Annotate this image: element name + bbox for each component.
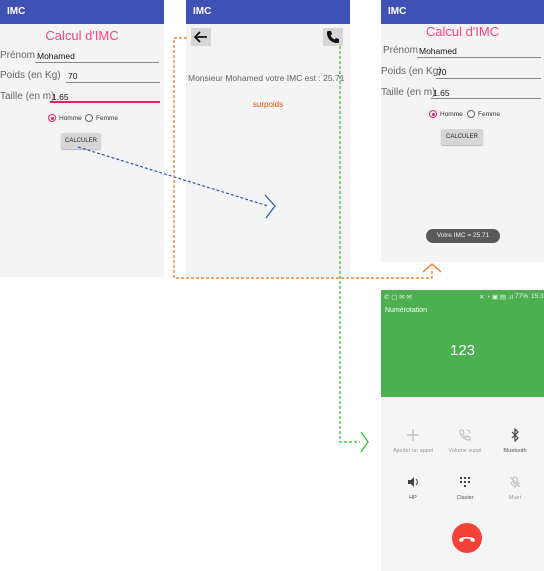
speaker-label: HP (409, 495, 417, 501)
poids-underline (436, 78, 541, 79)
taille-underline (50, 101, 160, 103)
mute-icon (509, 476, 521, 488)
add-call-button[interactable]: Ajouter un appel (389, 428, 437, 454)
status-icons-left: ✆ ▢ ✉ ✉ (384, 294, 412, 301)
radio-femme[interactable] (467, 110, 475, 118)
app-bar: IMC (381, 0, 544, 24)
poids-input[interactable]: 70 (437, 67, 446, 77)
volume-label: Volume suppl (448, 448, 482, 454)
back-button[interactable] (191, 28, 211, 46)
end-call-icon (459, 537, 475, 542)
result-category: surpoids (252, 100, 284, 109)
radio-femme[interactable] (85, 114, 93, 122)
mute-label: Muet (508, 495, 522, 501)
app-title: IMC (193, 6, 212, 17)
prenom-underline (35, 62, 159, 63)
phone-icon (327, 31, 339, 43)
radio-homme-label: Homme (440, 111, 463, 118)
mute-button[interactable]: Muet (491, 475, 539, 501)
keypad-label: Clavier (456, 495, 474, 501)
bluetooth-button[interactable]: Bluetooth (491, 427, 539, 454)
radio-homme[interactable] (429, 110, 437, 118)
app-bar: IMC (186, 0, 350, 24)
form-screen-1: IMC Calcul d'IMC Prénom Mohamed Poids (e… (0, 0, 164, 277)
taille-underline (431, 98, 541, 99)
taille-label: Taille (en m) (381, 87, 436, 98)
poids-label: Poids (en Kg) (0, 70, 61, 81)
prenom-underline (417, 57, 541, 58)
radio-femme-label: Femme (478, 111, 501, 118)
speaker-icon (408, 477, 418, 487)
bluetooth-label: Bluetooth (503, 448, 527, 454)
end-call-button[interactable] (452, 523, 482, 553)
plus-icon (407, 429, 419, 441)
battery-level: 77% (515, 293, 529, 300)
status-time: 15:3 (531, 293, 544, 300)
radio-femme-label: Femme (96, 115, 119, 122)
result-message: Monsieur Mohamed votre IMC est : 25.71 (188, 73, 345, 83)
prenom-label: Prénom (383, 45, 419, 56)
dialer-status-label: Numérotation (385, 307, 428, 314)
prenom-label: Prénom (0, 50, 36, 61)
form-screen-2: IMC Calcul d'IMC Prénom Mohamed Poids (e… (381, 0, 544, 262)
poids-label: Poids (en Kg) (381, 66, 442, 77)
prenom-input[interactable]: Mohamed (419, 46, 457, 56)
calculer-button[interactable]: CALCULER (61, 133, 101, 149)
result-screen: IMC Monsieur Mohamed votre IMC est : 25.… (186, 0, 350, 277)
dialed-number: 123 (449, 342, 476, 359)
keypad-icon (460, 477, 470, 487)
app-title: IMC (388, 6, 407, 17)
dialer-header: ✆ ▢ ✉ ✉ ✕ ◔ ▣ ▤ .ıl 77% 15:3 Numérotatio… (381, 290, 544, 397)
status-bar: ✆ ▢ ✉ ✉ ✕ ◔ ▣ ▤ .ıl 77% 15:3 (381, 290, 544, 304)
arrowhead-green (360, 431, 369, 453)
speaker-button[interactable]: HP (389, 475, 437, 501)
dialer-screen: ✆ ▢ ✉ ✉ ✕ ◔ ▣ ▤ .ıl 77% 15:3 Numérotatio… (381, 290, 544, 571)
volume-phone-icon (459, 429, 471, 441)
prenom-input[interactable]: Mohamed (37, 51, 75, 61)
status-icons-right: ✕ ◔ ▣ ▤ .ıl (479, 294, 513, 301)
arrowhead-orange (422, 263, 442, 273)
taille-input[interactable]: 1.65 (433, 88, 450, 98)
radio-homme-label: Homme (59, 115, 82, 122)
bluetooth-icon (511, 427, 519, 443)
call-button[interactable] (323, 28, 343, 46)
keypad-button[interactable]: Clavier (441, 475, 489, 501)
arrow-left-icon (193, 31, 207, 43)
add-call-label: Ajouter un appel (392, 448, 434, 454)
form-heading: Calcul d'IMC (425, 24, 500, 39)
result-toast: Votre IMC = 25.71 (426, 229, 500, 243)
poids-underline (66, 82, 160, 83)
app-title: IMC (7, 6, 26, 17)
form-heading: Calcul d'IMC (45, 28, 119, 43)
calculer-button[interactable]: CALCULER (441, 129, 483, 145)
taille-label: Taille (en m) (0, 91, 55, 102)
app-bar: IMC (0, 0, 164, 24)
volume-button[interactable]: Volume suppl (441, 428, 489, 454)
radio-homme[interactable] (48, 114, 56, 122)
poids-input[interactable]: 70 (68, 71, 77, 81)
